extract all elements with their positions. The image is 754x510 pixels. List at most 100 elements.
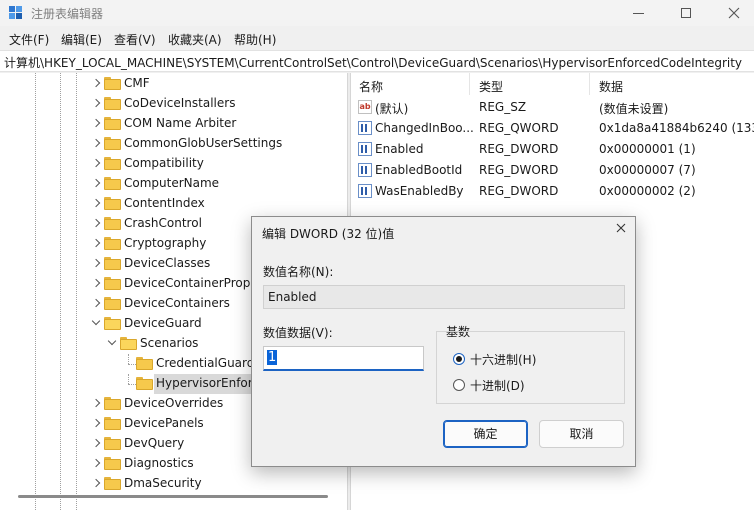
tree-item[interactable]: ComputerName — [0, 174, 347, 194]
folder-open-icon — [104, 317, 121, 330]
column-divider[interactable] — [469, 73, 470, 95]
folder-icon — [104, 117, 121, 130]
folder-icon — [104, 157, 121, 170]
menu-edit[interactable]: 编辑(E) — [61, 31, 102, 48]
folder-icon — [104, 177, 121, 190]
folder-icon — [104, 397, 121, 410]
folder-icon — [104, 217, 121, 230]
value-row[interactable]: ChangedInBoo... REG_QWORD 0x1da8a41884b624… — [351, 118, 754, 139]
folder-icon — [136, 377, 153, 390]
column-divider[interactable] — [589, 73, 590, 95]
tree-item-label: Diagnostics — [124, 456, 194, 470]
dialog-close-button[interactable] — [613, 222, 629, 238]
minimize-icon — [632, 12, 644, 14]
tree-item[interactable]: CommonGlobUserSettings — [0, 134, 347, 154]
chevron-down-icon[interactable] — [108, 339, 116, 347]
chevron-down-icon[interactable] — [92, 319, 100, 327]
hex-radio-label[interactable]: 十六进制(H) — [470, 351, 536, 368]
value-row[interactable]: WasEnabledBy REG_DWORD 0x00000002 (2) — [351, 181, 754, 202]
menu-help[interactable]: 帮助(H) — [234, 31, 276, 48]
tree-item-label: COM Name Arbiter — [124, 116, 237, 130]
value-type: REG_SZ — [479, 100, 527, 114]
folder-icon — [104, 257, 121, 270]
tree-item-label: DeviceContainerPrope — [124, 276, 258, 290]
menu-favorites[interactable]: 收藏夹(A) — [168, 31, 222, 48]
string-value-icon: ab — [358, 100, 372, 114]
value-data-text: 1 — [267, 350, 278, 365]
tree-item[interactable]: ContentIndex — [0, 194, 347, 214]
chevron-right-icon[interactable] — [92, 179, 100, 187]
value-row[interactable]: EnabledBootId REG_DWORD 0x00000007 (7) — [351, 160, 754, 181]
decimal-radio[interactable] — [453, 379, 465, 391]
value-name: WasEnabledBy — [375, 184, 464, 198]
chevron-right-icon[interactable] — [92, 439, 100, 447]
chevron-right-icon[interactable] — [92, 199, 100, 207]
folder-icon — [104, 137, 121, 150]
folder-icon — [104, 457, 121, 470]
chevron-right-icon[interactable] — [92, 119, 100, 127]
folder-icon — [104, 277, 121, 290]
binary-value-icon — [358, 142, 372, 156]
column-header-data[interactable]: 数据 — [591, 73, 623, 95]
tree-item-label: DevicePanels — [124, 416, 204, 430]
chevron-right-icon[interactable] — [92, 159, 100, 167]
column-header-type[interactable]: 类型 — [471, 73, 503, 95]
value-row[interactable]: ab (默认) REG_SZ (数值未设置) — [351, 97, 754, 118]
tree-horizontal-scrollbar[interactable] — [18, 495, 328, 498]
close-icon — [616, 223, 626, 233]
chevron-right-icon[interactable] — [92, 399, 100, 407]
tree-item[interactable]: DmaSecurity — [0, 474, 347, 494]
folder-icon — [104, 77, 121, 90]
value-row[interactable]: Enabled REG_DWORD 0x00000001 (1) — [351, 139, 754, 160]
chevron-right-icon[interactable] — [92, 139, 100, 147]
folder-icon — [104, 437, 121, 450]
decimal-radio-label[interactable]: 十进制(D) — [470, 377, 525, 394]
tree-item-label: DeviceClasses — [124, 256, 211, 270]
cancel-button[interactable]: 取消 — [539, 420, 624, 448]
tree-item[interactable]: CoDeviceInstallers — [0, 94, 347, 114]
tree-item[interactable]: Compatibility — [0, 154, 347, 174]
chevron-right-icon[interactable] — [92, 79, 100, 87]
chevron-right-icon[interactable] — [92, 99, 100, 107]
close-icon — [728, 7, 740, 19]
tree-item-label: Cryptography — [124, 236, 207, 250]
value-name: Enabled — [375, 142, 424, 156]
value-type: REG_DWORD — [479, 163, 559, 177]
chevron-right-icon[interactable] — [92, 459, 100, 467]
binary-value-icon — [358, 163, 372, 177]
tree-item-label: HypervisorEnforc — [156, 376, 260, 390]
chevron-right-icon[interactable] — [92, 279, 100, 287]
chevron-right-icon[interactable] — [92, 219, 100, 227]
menu-file[interactable]: 文件(F) — [9, 31, 49, 48]
folder-icon — [104, 197, 121, 210]
tree-connector — [128, 354, 129, 364]
hex-radio[interactable] — [453, 353, 465, 365]
minimize-button[interactable] — [614, 0, 662, 26]
value-data-input[interactable]: 1 — [263, 346, 424, 371]
edit-dword-dialog: 编辑 DWORD (32 位)值 数值名称(N): Enabled 数值数据(V… — [251, 216, 636, 467]
maximize-button[interactable] — [662, 0, 710, 26]
close-window-button[interactable] — [710, 0, 754, 26]
tree-item-label: Compatibility — [124, 156, 204, 170]
tree-item-label: CrashControl — [124, 216, 202, 230]
column-header-name[interactable]: 名称 — [351, 73, 383, 95]
binary-value-icon — [358, 121, 372, 135]
tree-item-label: DevQuery — [124, 436, 185, 450]
value-name: EnabledBootId — [375, 163, 463, 177]
tree-connector — [128, 384, 136, 385]
registry-editor-icon — [9, 6, 23, 20]
folder-icon — [104, 297, 121, 310]
chevron-right-icon[interactable] — [92, 299, 100, 307]
value-type: REG_DWORD — [479, 184, 559, 198]
tree-item[interactable]: COM Name Arbiter — [0, 114, 347, 134]
folder-icon — [104, 477, 121, 490]
folder-open-icon — [120, 337, 137, 350]
chevron-right-icon[interactable] — [92, 479, 100, 487]
chevron-right-icon[interactable] — [92, 419, 100, 427]
address-bar[interactable]: 计算机\HKEY_LOCAL_MACHINE\SYSTEM\CurrentCon… — [0, 50, 754, 72]
menu-view[interactable]: 查看(V) — [114, 31, 156, 48]
chevron-right-icon[interactable] — [92, 239, 100, 247]
tree-item[interactable]: CMF — [0, 74, 347, 94]
chevron-right-icon[interactable] — [92, 259, 100, 267]
ok-button[interactable]: 确定 — [443, 420, 528, 448]
